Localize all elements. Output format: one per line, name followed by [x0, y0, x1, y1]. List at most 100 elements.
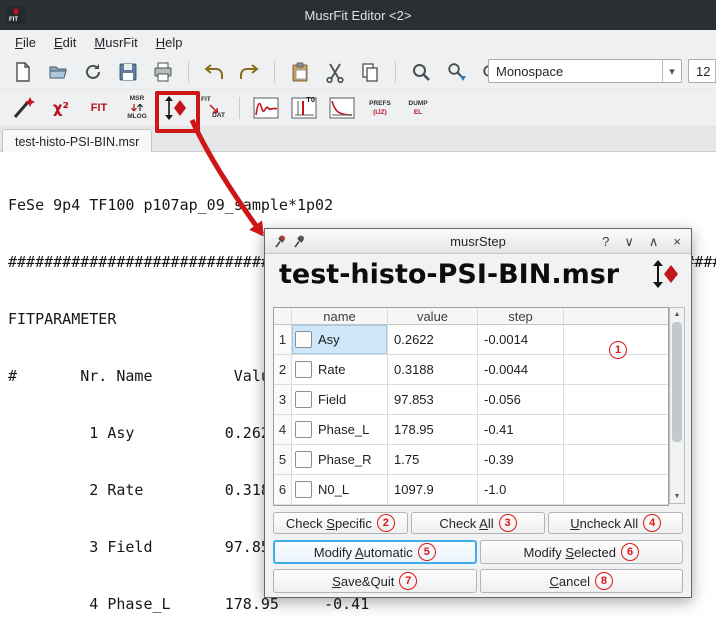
param-value-cell[interactable]: 0.2622 [388, 325, 478, 355]
font-size-spinbox[interactable]: 12 ▴▾ [688, 59, 716, 83]
toolbar-separator [188, 61, 189, 83]
pin-icon[interactable] [273, 234, 287, 248]
param-name-cell[interactable]: N0_L [292, 475, 388, 505]
param-step-cell[interactable]: -1.0 [478, 475, 564, 505]
param-name: N0_L [318, 482, 349, 497]
musr-prefs-button[interactable]: PREFS (IJZ) [365, 93, 395, 123]
check-button-row: Check Specific 2 Check All 3 Uncheck All… [273, 512, 683, 534]
musr-wizard-button[interactable] [8, 93, 38, 123]
cancel-button[interactable]: Cancel 8 [480, 569, 684, 593]
menu-help[interactable]: Help [147, 32, 192, 53]
param-step-cell[interactable]: -0.39 [478, 445, 564, 475]
param-step-cell[interactable]: -0.056 [478, 385, 564, 415]
new-document-button[interactable] [10, 59, 36, 85]
check-specific-button[interactable]: Check Specific 2 [273, 512, 408, 534]
musrfit-fit-button[interactable]: FIT [84, 93, 114, 123]
param-name-cell[interactable]: Phase_R [292, 445, 388, 475]
main-toolbar: Monospace ▾ 12 ▴▾ [0, 54, 716, 90]
param-step-cell[interactable]: -0.0014 [478, 325, 564, 355]
musrfit-chisq-button[interactable]: χ² [46, 93, 76, 123]
musr-raw-plot-button[interactable] [327, 93, 357, 123]
param-checkbox[interactable] [295, 421, 312, 438]
annotation-2: 2 [377, 514, 395, 532]
reload-button[interactable] [80, 59, 106, 85]
uncheck-all-button[interactable]: Uncheck All 4 [548, 512, 683, 534]
check-all-button[interactable]: Check All 3 [411, 512, 546, 534]
font-family-select[interactable]: Monospace ▾ [488, 59, 682, 83]
print-button[interactable] [150, 59, 176, 85]
dialog-help-button[interactable]: ? [602, 235, 609, 248]
find-next-button[interactable] [443, 59, 469, 85]
menu-musrfit[interactable]: MusrFit [85, 32, 146, 53]
param-checkbox[interactable] [295, 391, 312, 408]
dialog-minimize-button[interactable]: ∨ [624, 235, 634, 248]
param-value-cell[interactable]: 97.853 [388, 385, 478, 415]
param-name-cell[interactable]: Asy [292, 325, 388, 355]
musr-dump-button[interactable]: DUMP EL [403, 93, 433, 123]
param-value-cell[interactable]: 1.75 [388, 445, 478, 475]
tabbar: test-histo-PSI-BIN.msr [0, 127, 716, 152]
annotation-5: 5 [418, 543, 436, 561]
swap-msr-mlog-button[interactable]: MSR MLOG [122, 93, 152, 123]
param-name-cell[interactable]: Phase_L [292, 415, 388, 445]
pin-alt-icon[interactable] [292, 234, 306, 248]
find-button[interactable] [408, 59, 434, 85]
param-step-cell[interactable]: -0.0044 [478, 355, 564, 385]
annotation-3: 3 [499, 514, 517, 532]
annotation-7: 7 [399, 572, 417, 590]
musrstep-dialog: musrStep ? ∨ ∧ × test-histo-PSI-BIN.msr … [264, 228, 692, 598]
scroll-down-icon[interactable]: ▼ [670, 490, 684, 503]
copy-button[interactable] [357, 59, 383, 85]
open-file-button[interactable] [45, 59, 71, 85]
print-icon [152, 61, 174, 83]
paste-button[interactable] [287, 59, 313, 85]
scroll-up-icon[interactable]: ▲ [670, 308, 684, 321]
scrollbar-thumb[interactable] [672, 322, 682, 442]
param-name-cell[interactable]: Field [292, 385, 388, 415]
menu-edit[interactable]: Edit [45, 32, 85, 53]
prefs-sub-label: (IJZ) [373, 109, 387, 117]
param-value-cell[interactable]: 0.3188 [388, 355, 478, 385]
param-step-cell[interactable]: -0.41 [478, 415, 564, 445]
dialog-close-button[interactable]: × [673, 235, 681, 248]
new-document-icon [12, 61, 34, 83]
column-header-value: value [388, 308, 478, 325]
annotation-1: 1 [609, 341, 627, 359]
tab-msr-file[interactable]: test-histo-PSI-BIN.msr [2, 129, 152, 153]
table-scrollbar[interactable]: ▲ ▼ [669, 307, 685, 504]
redo-button[interactable] [236, 59, 262, 85]
musr-step-icon [651, 259, 679, 292]
dialog-maximize-button[interactable]: ∧ [649, 235, 659, 248]
window-titlebar[interactable]: FIT MusrFit Editor <2> [0, 0, 716, 30]
redo-icon [238, 61, 260, 83]
musr-t0-button[interactable]: T0 [289, 93, 319, 123]
modify-selected-button[interactable]: Modify Selected 6 [480, 540, 684, 564]
undo-button[interactable] [201, 59, 227, 85]
param-value-cell[interactable]: 1097.9 [388, 475, 478, 505]
row-number: 5 [274, 445, 292, 475]
param-checkbox[interactable] [295, 451, 312, 468]
param-name-cell[interactable]: Rate [292, 355, 388, 385]
msr2data-button[interactable]: FIT DAT [198, 93, 228, 123]
chevron-down-icon[interactable]: ▾ [662, 60, 681, 82]
param-checkbox[interactable] [295, 361, 312, 378]
param-value-cell[interactable]: 178.95 [388, 415, 478, 445]
save-icon [117, 61, 139, 83]
toolbar-separator [274, 61, 275, 83]
param-checkbox[interactable] [295, 331, 312, 348]
save-button[interactable] [115, 59, 141, 85]
cut-button[interactable] [322, 59, 348, 85]
menu-file[interactable]: File [6, 32, 45, 53]
annotation-4: 4 [643, 514, 661, 532]
empty-cell [564, 415, 668, 445]
row-number: 6 [274, 475, 292, 505]
button-label: Cancel [550, 574, 590, 589]
fit-label: FIT [91, 102, 108, 114]
musr-view-button[interactable] [251, 93, 281, 123]
wand-icon [9, 94, 37, 122]
param-checkbox[interactable] [295, 481, 312, 498]
dialog-titlebar[interactable]: musrStep ? ∨ ∧ × [265, 229, 691, 254]
modify-automatic-button[interactable]: Modify Automatic 5 [273, 540, 477, 564]
search-icon [410, 61, 432, 83]
save-quit-button[interactable]: Save&Quit 7 [273, 569, 477, 593]
